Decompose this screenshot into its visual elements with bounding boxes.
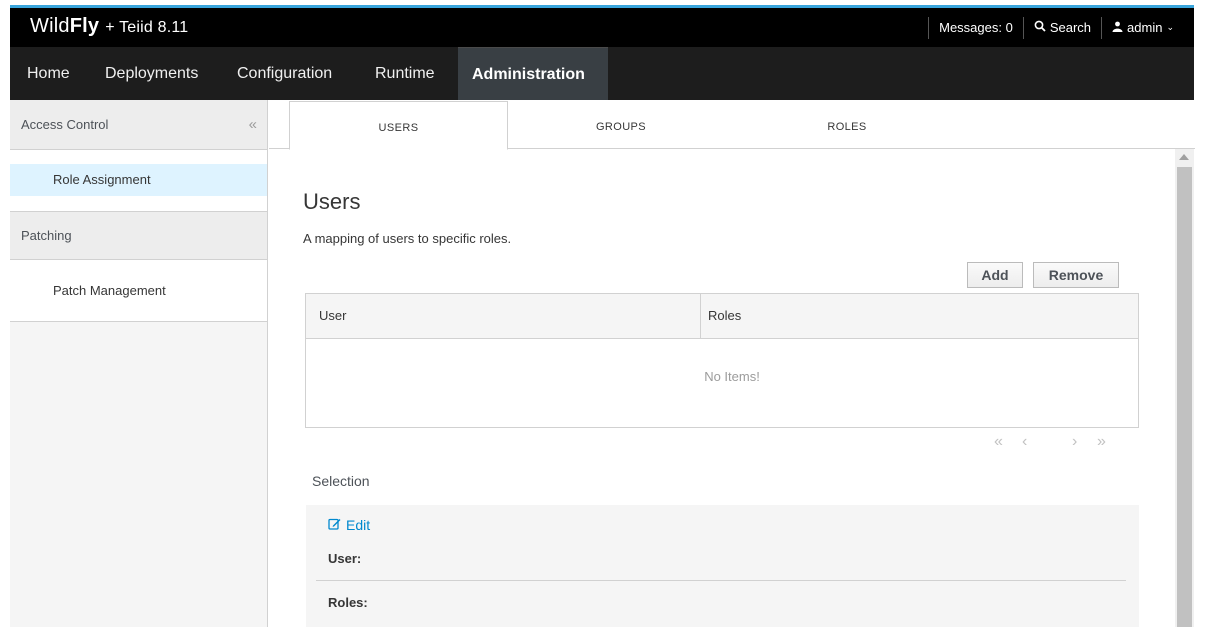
nav-deployments[interactable]: Deployments [105,47,198,100]
edit-label: Edit [346,517,371,533]
tab-groups[interactable]: GROUPS [508,101,734,149]
column-header-user[interactable]: User [306,294,701,338]
selection-panel: Edit User: Roles: [306,505,1139,627]
brand-logo[interactable]: WildFly + Teiid 8.11 [30,15,188,38]
scroll-up-icon[interactable] [1179,154,1189,160]
nav-home[interactable]: Home [27,47,70,100]
page-title: Users [303,189,361,214]
empty-message: No Items! [704,369,760,384]
messages-link[interactable]: Messages: 0 [928,16,1023,39]
chevron-down-icon: ⌄ [1166,22,1174,32]
sidebar-section-patching: Patch Management [10,260,267,322]
brand-fly: Fly [69,15,100,37]
messages-label: Messages: 0 [939,20,1013,35]
page-description: A mapping of users to specific roles. [303,231,512,246]
pager-first-icon[interactable]: « [994,433,1003,451]
brand-suffix: + Teiid 8.11 [105,19,189,36]
table-header: User Roles [306,294,1138,339]
nav-runtime[interactable]: Runtime [375,47,435,100]
masthead: WildFly + Teiid 8.11 Messages: 0 Search a… [10,5,1194,47]
sidebar-item-role-assignment[interactable]: Role Assignment [10,164,267,196]
sidebar: Access Control « Role Assignment Patchin… [10,100,268,627]
column-header-roles[interactable]: Roles [701,294,1138,338]
tab-bar: USERS GROUPS ROLES [269,101,1195,150]
roles-field-label: Roles: [328,595,368,610]
brand-wild: Wild [30,15,70,37]
sidebar-group-access-control: Access Control « [10,100,267,150]
pager-prev-icon[interactable]: ‹ [1022,433,1027,451]
user-label: admin [1127,20,1163,35]
user-menu[interactable]: admin ⌄ [1101,16,1184,39]
edit-icon [328,517,346,533]
collapse-icon[interactable]: « [249,100,257,150]
edit-link[interactable]: Edit [328,517,370,533]
users-table: User Roles No Items! [305,293,1139,428]
search-link[interactable]: Search [1022,16,1101,39]
user-icon [1112,20,1127,35]
sidebar-section-access-control: Role Assignment [10,150,267,212]
nav-configuration[interactable]: Configuration [237,47,332,100]
main-content: Users A mapping of users to specific rol… [269,149,1175,627]
user-field-label: User: [328,551,362,566]
scrollbar-thumb[interactable] [1177,167,1192,627]
tab-roles[interactable]: ROLES [734,101,960,149]
sidebar-group-patching: Patching [10,212,267,260]
sidebar-group-label: Patching [21,228,72,243]
add-button[interactable]: Add [967,262,1023,288]
sidebar-group-label: Access Control [21,117,109,132]
primary-nav: Home Deployments Configuration Runtime A… [10,47,1194,100]
search-icon [1034,20,1050,35]
tab-users[interactable]: USERS [289,101,508,150]
pager-next-icon[interactable]: › [1072,433,1077,451]
sidebar-item-patch-management[interactable]: Patch Management [10,275,267,307]
pager-last-icon[interactable]: » [1097,433,1106,451]
remove-button[interactable]: Remove [1033,262,1119,288]
nav-administration[interactable]: Administration [458,47,608,100]
scrollbar[interactable] [1175,149,1194,627]
divider [316,580,1126,581]
search-label: Search [1049,20,1092,35]
utility-nav: Messages: 0 Search admin ⌄ [928,8,1184,47]
selection-heading: Selection [312,473,370,489]
